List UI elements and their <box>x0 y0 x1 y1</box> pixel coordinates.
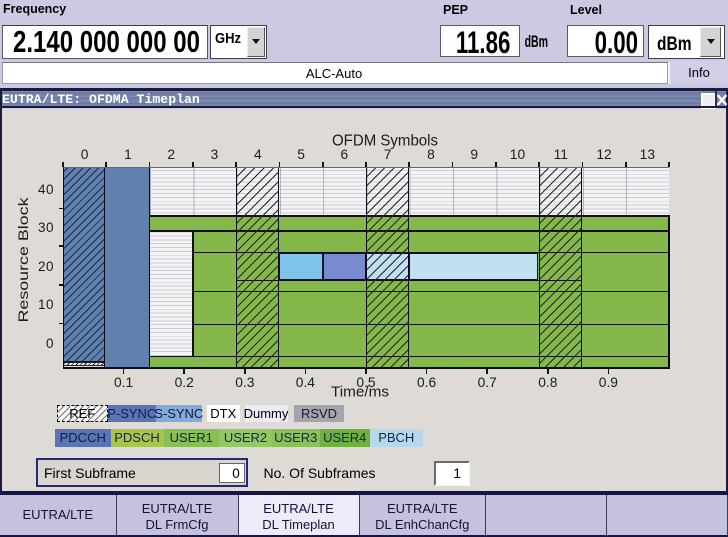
svg-text:GHz: GHz <box>215 30 241 46</box>
svg-text:dBm: dBm <box>657 33 692 52</box>
svg-text:11.86: 11.86 <box>456 25 511 57</box>
svg-text:0.00: 0.00 <box>595 25 638 57</box>
svg-text:dBm: dBm <box>525 33 548 50</box>
svg-text:2.140 000 000 00: 2.140 000 000 00 <box>13 25 200 57</box>
